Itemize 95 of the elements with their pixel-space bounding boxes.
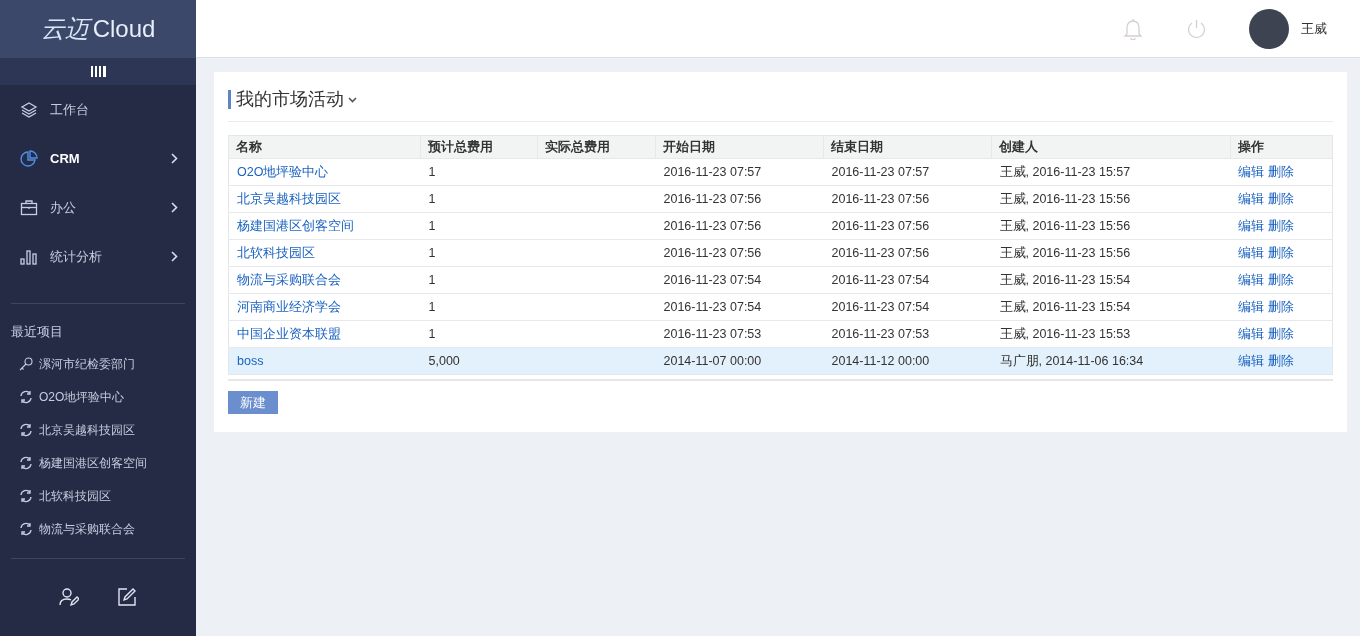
table-cell: 2016-11-23 07:56 <box>663 218 762 233</box>
table-cell: 2016-11-23 07:53 <box>831 326 930 341</box>
edit-link[interactable]: 编辑 <box>1237 245 1264 260</box>
name-link[interactable]: 物流与采购联合会 <box>237 272 341 287</box>
refresh-icon <box>19 489 33 503</box>
table-row[interactable]: 北京吴越科技园区 1 2016-11-23 07:56 2016-11-23 07:56 王威, 2016-11-23 15:56 编辑 删除 <box>228 185 1333 213</box>
table-cell: 王威, 2016-11-23 15:56 <box>999 245 1131 260</box>
name-link[interactable]: 北京吴越科技园区 <box>237 191 341 206</box>
table-cell: 5,000 <box>428 353 460 368</box>
table-cell: 2016-11-23 07:56 <box>831 218 930 233</box>
table-cell: 王威, 2016-11-23 15:54 <box>999 272 1131 287</box>
table-row[interactable]: 中国企业资本联盟 1 2016-11-23 07:53 2016-11-23 07:53 王威, 2016-11-23 15:53 编辑 删除 <box>228 320 1333 348</box>
avatar[interactable] <box>1249 8 1289 49</box>
table-cell: 2016-11-23 07:54 <box>831 272 930 287</box>
table-cell: 2016-11-23 07:54 <box>831 299 930 314</box>
table-row[interactable]: boss 5,000 2014-11-07 00:00 2014-11-12 00:00 马广朋, 2014-11-06 16:34 编辑 删除 <box>228 347 1333 375</box>
briefcase-icon <box>20 198 38 217</box>
edit-link[interactable]: 编辑 <box>1237 353 1264 368</box>
table-cell: 2014-11-07 00:00 <box>663 353 762 368</box>
edit-link[interactable]: 编辑 <box>1237 299 1264 314</box>
delete-link[interactable]: 删除 <box>1267 164 1294 179</box>
edit-link[interactable]: 编辑 <box>1237 272 1264 287</box>
table-cell: 1 <box>428 218 436 233</box>
chevron-down-icon[interactable] <box>348 96 357 103</box>
user-name[interactable]: 王威 <box>1301 18 1327 39</box>
nav-item[interactable]: 统计分析 <box>0 232 196 281</box>
logo-text: Cloud <box>92 14 156 44</box>
table-row[interactable]: O2O地坪验中心 1 2016-11-23 07:57 2016-11-23 07:57 王威, 2016-11-23 15:57 编辑 删除 <box>228 158 1333 186</box>
table-cell: 2016-11-23 07:56 <box>663 245 762 260</box>
table-cell: 王威, 2016-11-23 15:54 <box>999 299 1131 314</box>
edit-link[interactable]: 编辑 <box>1237 191 1264 206</box>
table-cell: 1 <box>428 245 436 260</box>
collapse-toggle-icon[interactable] <box>90 66 106 77</box>
section-title: 最近项目 <box>11 323 63 341</box>
edit-icon[interactable] <box>117 586 137 607</box>
bar-chart-icon <box>20 247 38 266</box>
table-cell: 1 <box>428 326 436 341</box>
nav-item[interactable]: 工作台 <box>0 85 196 134</box>
table-cell: 2016-11-23 07:53 <box>663 326 762 341</box>
recent-item[interactable]: 北软科技园区 <box>0 479 196 513</box>
name-link[interactable]: 杨建国港区创客空间 <box>237 218 354 233</box>
name-link[interactable]: 河南商业经济学会 <box>237 299 341 314</box>
table-cell: 王威, 2016-11-23 15:56 <box>999 191 1131 206</box>
table-cell: 1 <box>428 299 436 314</box>
delete-link[interactable]: 删除 <box>1267 245 1294 260</box>
name-link[interactable]: boss <box>237 353 264 368</box>
delete-link[interactable]: 删除 <box>1267 218 1294 233</box>
edit-link[interactable]: 编辑 <box>1237 164 1264 179</box>
recent-item[interactable]: 物流与采购联合会 <box>0 512 196 546</box>
delete-link[interactable]: 删除 <box>1267 299 1294 314</box>
nav-item[interactable]: CRM <box>0 134 196 183</box>
table-cell: 王威, 2016-11-23 15:57 <box>999 164 1131 179</box>
recent-item[interactable]: 漯河市纪检委部门 <box>0 347 196 381</box>
table-cell: 2016-11-23 07:54 <box>663 299 762 314</box>
table-cell: 王威, 2016-11-23 15:53 <box>999 326 1131 341</box>
edit-link[interactable]: 编辑 <box>1237 326 1264 341</box>
new-button[interactable]: 新建 <box>228 391 278 414</box>
refresh-icon <box>19 390 33 404</box>
table-cell: 2016-11-23 07:56 <box>831 245 930 260</box>
table-cell: 2016-11-23 07:57 <box>831 164 930 179</box>
panel-title: 我的市场活动 <box>236 88 344 111</box>
key-icon <box>19 357 33 371</box>
table-cell: 2016-11-23 07:54 <box>663 272 762 287</box>
table-cell: 王威, 2016-11-23 15:56 <box>999 218 1131 233</box>
layers-icon <box>20 100 38 119</box>
delete-link[interactable]: 删除 <box>1267 326 1294 341</box>
nav-item[interactable]: 办公 <box>0 183 196 232</box>
table-cell: 2016-11-23 07:57 <box>663 164 762 179</box>
name-link[interactable]: 中国企业资本联盟 <box>237 326 341 341</box>
table-cell: 马广朋, 2014-11-06 16:34 <box>999 353 1144 368</box>
delete-link[interactable]: 删除 <box>1267 353 1294 368</box>
table-cell: 2014-11-12 00:00 <box>831 353 930 368</box>
user-edit-icon[interactable] <box>59 586 79 607</box>
refresh-icon <box>19 522 33 536</box>
table-row[interactable]: 北软科技园区 1 2016-11-23 07:56 2016-11-23 07:56 王威, 2016-11-23 15:56 编辑 删除 <box>228 239 1333 267</box>
table-row[interactable]: 杨建国港区创客空间 1 2016-11-23 07:56 2016-11-23 07:56 王威, 2016-11-23 15:56 编辑 删除 <box>228 212 1333 240</box>
refresh-icon <box>19 456 33 470</box>
table-cell: 1 <box>428 164 436 179</box>
recent-item[interactable]: 北京吴越科技园区 <box>0 413 196 447</box>
delete-link[interactable]: 删除 <box>1267 272 1294 287</box>
name-link[interactable]: O2O地坪验中心 <box>237 164 329 179</box>
title-accent <box>228 90 231 109</box>
table-cell: 2016-11-23 07:56 <box>663 191 762 206</box>
table-row[interactable]: 物流与采购联合会 1 2016-11-23 07:54 2016-11-23 07:54 王威, 2016-11-23 15:54 编辑 删除 <box>228 266 1333 294</box>
refresh-icon <box>19 423 33 437</box>
table-cell: 2016-11-23 07:56 <box>831 191 930 206</box>
delete-link[interactable]: 删除 <box>1267 191 1294 206</box>
table-row[interactable]: 河南商业经济学会 1 2016-11-23 07:54 2016-11-23 07:54 王威, 2016-11-23 15:54 编辑 删除 <box>228 293 1333 321</box>
recent-item[interactable]: 杨建国港区创客空间 <box>0 446 196 480</box>
table-cell: 1 <box>428 191 436 206</box>
recent-item[interactable]: O2O地坪验中心 <box>0 380 196 414</box>
pie-chart-icon <box>20 149 38 168</box>
name-link[interactable]: 北软科技园区 <box>237 245 315 260</box>
edit-link[interactable]: 编辑 <box>1237 218 1264 233</box>
table-cell: 1 <box>428 272 436 287</box>
